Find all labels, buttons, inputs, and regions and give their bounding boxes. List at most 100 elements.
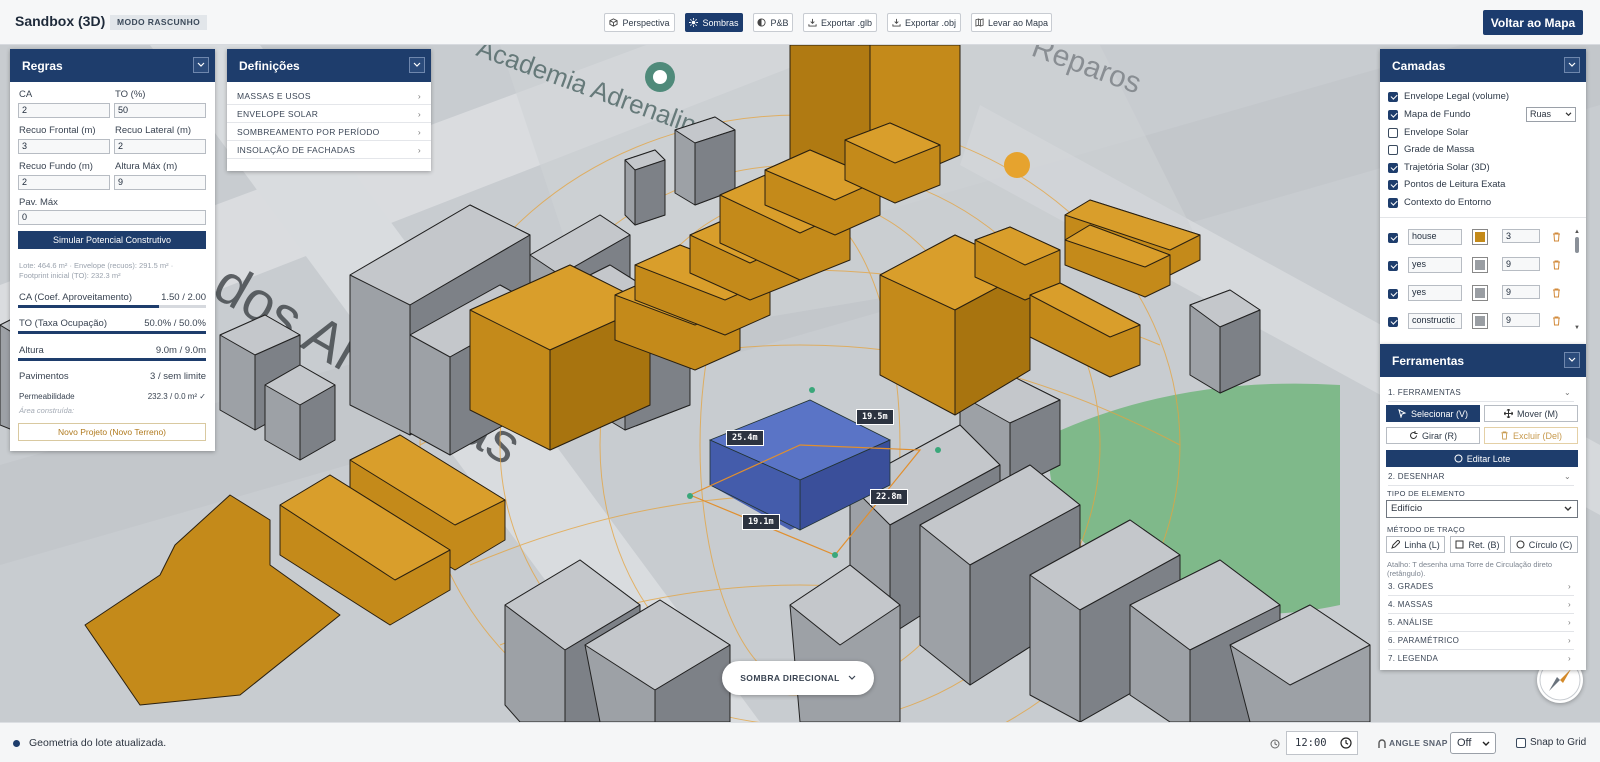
move-tool-button[interactable]: Mover (M)	[1484, 405, 1578, 422]
rotate-tool-button[interactable]: Girar (R)	[1386, 427, 1480, 444]
object-color-swatch[interactable]	[1472, 285, 1488, 301]
object-color-swatch[interactable]	[1472, 313, 1488, 329]
circle-icon	[1516, 540, 1525, 549]
perspective-button[interactable]: Perspectiva	[604, 13, 675, 32]
shadow-mode-button[interactable]: SOMBRA DIRECIONAL	[722, 661, 874, 695]
line-tool-button[interactable]: Linha (L)	[1386, 536, 1445, 553]
chevron-right-icon: ›	[417, 91, 421, 101]
section-parametric[interactable]: 6. PARAMÉTRICO ›	[1388, 634, 1574, 650]
object-color-swatch[interactable]	[1472, 229, 1488, 245]
max-height-input[interactable]: 9	[114, 175, 206, 190]
section-label: 3. GRADES	[1388, 582, 1434, 591]
layer-checkbox-basemap[interactable]	[1388, 110, 1398, 120]
settings-panel-collapse-button[interactable]	[409, 57, 425, 73]
black-white-button[interactable]: P&B	[753, 13, 793, 32]
object-floors-input[interactable]: 9	[1502, 257, 1540, 271]
rectangle-tool-button[interactable]: Ret. (B)	[1450, 536, 1505, 553]
object-checkbox[interactable]	[1388, 317, 1398, 327]
shadows-button[interactable]: Sombras	[685, 13, 743, 32]
map-icon	[975, 18, 984, 27]
layer-checkbox-solar-envelope[interactable]	[1388, 128, 1398, 138]
object-name-input[interactable]: house	[1408, 229, 1462, 245]
to-input[interactable]: 50	[114, 103, 206, 118]
rotate-tool-label: Girar (R)	[1422, 430, 1457, 441]
delete-tool-button[interactable]: Excluir (Del)	[1484, 427, 1578, 444]
section-label: 5. ANÁLISE	[1388, 618, 1434, 627]
settings-item-mass-uses[interactable]: MASSAS E USOS ›	[227, 87, 431, 105]
context-building	[674, 116, 736, 206]
layers-panel-collapse-button[interactable]	[1564, 57, 1580, 73]
rules-panel-collapse-button[interactable]	[193, 57, 209, 73]
lot-vertex-handle[interactable]	[687, 493, 693, 499]
export-obj-button[interactable]: Exportar .obj	[887, 13, 961, 32]
angle-snap-select[interactable]: Off	[1450, 732, 1496, 754]
element-type-select[interactable]: Edifício	[1386, 500, 1578, 518]
cursor-icon	[1398, 409, 1407, 418]
section-grids[interactable]: 3. GRADES ›	[1388, 580, 1574, 596]
scrollbar-thumb[interactable]	[1575, 237, 1579, 253]
settings-item-shading-period[interactable]: SOMBREAMENTO POR PERÍODO ›	[227, 123, 431, 141]
object-name-input[interactable]: constructic	[1408, 313, 1462, 329]
tools-panel-collapse-button[interactable]	[1564, 352, 1580, 368]
front-setback-input[interactable]: 3	[18, 139, 110, 154]
scroll-down-icon[interactable]: ▼	[1574, 325, 1580, 331]
scrollbar[interactable]: ▲ ▼	[1574, 229, 1580, 331]
lot-vertex-handle[interactable]	[832, 552, 838, 558]
object-checkbox[interactable]	[1388, 289, 1398, 299]
layer-checkbox-mass-grid[interactable]	[1388, 145, 1398, 155]
trash-icon[interactable]	[1552, 232, 1561, 242]
export-glb-label: Exportar .glb	[820, 17, 873, 28]
ca-input[interactable]: 2	[18, 103, 110, 118]
layer-checkbox-sun-path[interactable]	[1388, 163, 1398, 173]
section-tools[interactable]: 1. FERRAMENTAS ⌄	[1388, 386, 1574, 402]
trash-icon[interactable]	[1552, 316, 1561, 326]
export-glb-button[interactable]: Exportar .glb	[803, 13, 877, 32]
object-floors-input[interactable]: 3	[1502, 229, 1540, 243]
basemap-select[interactable]: Ruas	[1526, 107, 1576, 122]
settings-item-facade-insolation[interactable]: INSOLAÇÃO DE FACHADAS ›	[227, 141, 431, 159]
object-name-input[interactable]: yes	[1408, 257, 1462, 273]
trash-icon[interactable]	[1552, 260, 1561, 270]
object-color-swatch[interactable]	[1472, 257, 1488, 273]
metric-to-progress-fill	[18, 331, 206, 334]
chevron-right-icon: ›	[1568, 618, 1571, 627]
side-setback-label: Recuo Lateral (m)	[115, 125, 192, 136]
object-checkbox[interactable]	[1388, 233, 1398, 243]
chevron-right-icon: ›	[1568, 636, 1571, 645]
circle-tool-button[interactable]: Círculo (C)	[1510, 536, 1578, 553]
to-label: TO (%)	[115, 89, 146, 100]
back-to-map-button[interactable]: Voltar ao Mapa	[1483, 10, 1583, 35]
edit-lot-button[interactable]: Editar Lote	[1386, 450, 1578, 467]
lot-vertex-handle[interactable]	[935, 447, 941, 453]
section-analysis[interactable]: 5. ANÁLISE ›	[1388, 616, 1574, 632]
new-project-button[interactable]: Novo Projeto (Novo Terreno)	[18, 423, 206, 441]
object-name-input[interactable]: yes	[1408, 285, 1462, 301]
section-legend[interactable]: 7. LEGENDA ›	[1388, 652, 1574, 668]
section-draw[interactable]: 2. DESENHAR ⌄	[1388, 470, 1574, 486]
back-setback-input[interactable]: 2	[18, 175, 110, 190]
layer-checkbox-reading-points[interactable]	[1388, 180, 1398, 190]
simulate-button[interactable]: Simular Potencial Construtivo	[18, 231, 206, 249]
max-floors-input[interactable]: 0	[18, 210, 206, 225]
time-input[interactable]: 12:00	[1286, 731, 1358, 755]
move-tool-label: Mover (M)	[1517, 408, 1558, 419]
max-floors-label: Pav. Máx	[19, 197, 58, 208]
trash-icon[interactable]	[1552, 288, 1561, 298]
snap-to-grid-checkbox[interactable]	[1516, 738, 1526, 748]
top-bar: Sandbox (3D) MODO RASCUNHO Perspectiva S…	[0, 0, 1600, 45]
scroll-up-icon[interactable]: ▲	[1574, 229, 1580, 235]
built-area-label: Área construída:	[19, 406, 75, 415]
lot-vertex-handle[interactable]	[809, 387, 815, 393]
select-tool-button[interactable]: Selecionar (V)	[1386, 405, 1480, 422]
settings-item-solar-envelope[interactable]: ENVELOPE SOLAR ›	[227, 105, 431, 123]
settings-item-label: ENVELOPE SOLAR	[237, 109, 319, 119]
chevron-right-icon: ›	[417, 109, 421, 119]
object-floors-input[interactable]: 9	[1502, 285, 1540, 299]
object-floors-input[interactable]: 9	[1502, 313, 1540, 327]
object-checkbox[interactable]	[1388, 261, 1398, 271]
layer-checkbox-context[interactable]	[1388, 198, 1398, 208]
send-to-map-button[interactable]: Levar ao Mapa	[971, 13, 1052, 32]
layer-checkbox-legal-envelope[interactable]	[1388, 92, 1398, 102]
side-setback-input[interactable]: 2	[114, 139, 206, 154]
section-masses[interactable]: 4. MASSAS ›	[1388, 598, 1574, 614]
